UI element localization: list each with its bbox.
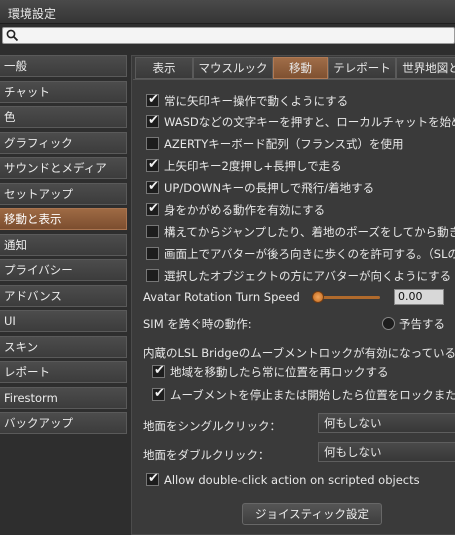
check-mark-icon: ✔ xyxy=(154,364,165,378)
sidebar-item-move-view[interactable]: 移動と表示 xyxy=(0,208,127,230)
sidebar-item-backup[interactable]: バックアップ xyxy=(0,412,127,434)
tab-divider xyxy=(133,79,455,80)
checkbox-label: 身をかがめる動作を有効にする xyxy=(164,203,326,217)
checkbox[interactable]: ✔ xyxy=(152,364,165,378)
tab-world-map[interactable]: 世界地図と xyxy=(396,57,455,79)
sim-crossing-radio[interactable] xyxy=(382,317,395,330)
checkbox-row-face-selected[interactable]: 選択したオブジェクトの方にアバターが向くようにする xyxy=(146,268,455,284)
checkbox-row-hold-fly[interactable]: ✔ UP/DOWNキーの長押しで飛行/着地する xyxy=(146,180,455,196)
sidebar-item-chat[interactable]: チャット xyxy=(0,80,127,103)
sidebar-item-sound-media[interactable]: サウンドとメディア xyxy=(0,157,127,179)
checkbox[interactable] xyxy=(146,247,159,260)
checkbox-label: AZERTYキーボード配列（フランス式）を使用 xyxy=(164,137,404,151)
checkbox-row-scripted-double-click[interactable]: ✔ Allow double-click action on scripted … xyxy=(146,472,455,488)
checkbox[interactable]: ✔ xyxy=(152,387,165,401)
checkbox-label: 構えてからジャンプしたり、着地のポーズをしてから動き出 xyxy=(164,225,455,239)
rotation-speed-slider-handle[interactable] xyxy=(312,291,324,303)
check-mark-icon: ✔ xyxy=(148,472,159,486)
checkbox-row-walk-backwards[interactable]: 画面上でアバターが後ろ向きに歩くのを許可する。（SLのゲ xyxy=(146,246,455,262)
sidebar-item-reports[interactable]: レポート xyxy=(0,361,127,383)
checkbox[interactable]: ✔ xyxy=(146,180,159,194)
checkbox[interactable]: ✔ xyxy=(146,93,159,107)
sidebar-item-firestorm[interactable]: Firestorm xyxy=(0,386,127,409)
checkbox[interactable] xyxy=(146,225,159,238)
checkbox-label: Allow double-click action on scripted ob… xyxy=(164,473,420,487)
checkbox[interactable]: ✔ xyxy=(146,202,159,216)
sidebar-item-general[interactable]: 一般 xyxy=(0,55,127,77)
checkbox-row-pre-jump[interactable]: 構えてからジャンプしたり、着地のポーズをしてから動き出 xyxy=(146,224,455,240)
check-mark-icon: ✔ xyxy=(148,114,159,128)
sidebar-item-colors[interactable]: 色 xyxy=(0,106,127,128)
checkbox-row-double-tap-run[interactable]: ✔ 上矢印キー2度押し+長押しで走る xyxy=(146,158,455,174)
search-box[interactable] xyxy=(2,27,455,44)
double-click-dropdown[interactable]: 何もしない xyxy=(318,442,455,462)
single-click-dropdown[interactable]: 何もしない xyxy=(318,413,455,433)
checkbox-label: 画面上でアバターが後ろ向きに歩くのを許可する。（SLのゲ xyxy=(164,247,455,261)
window-titlebar: 環境設定 xyxy=(0,0,455,24)
checkbox-row-lock-on-move[interactable]: ✔ ムーブメントを停止または開始したら位置をロックまたは xyxy=(152,387,455,403)
checkbox-row-wasd-chat[interactable]: ✔ WASDなどの文字キーを押すと、ローカルチャットを始める xyxy=(146,114,455,130)
checkbox-label: 地域を移動したら常に位置を再ロックする xyxy=(170,365,389,379)
sidebar-item-skins[interactable]: スキン xyxy=(0,335,127,358)
checkbox-label: 常に矢印キー操作で動くようにする xyxy=(164,94,349,108)
check-mark-icon: ✔ xyxy=(154,387,165,401)
sidebar-item-graphics[interactable]: グラフィック xyxy=(0,131,127,154)
checkbox-row-arrow-keys-move[interactable]: ✔ 常に矢印キー操作で動くようにする xyxy=(146,93,455,109)
checkbox-row-crouch[interactable]: ✔ 身をかがめる動作を有効にする xyxy=(146,202,455,218)
sidebar-item-notifications[interactable]: 通知 xyxy=(0,233,127,256)
checkbox-row-relock-region[interactable]: ✔ 地域を移動したら常に位置を再ロックする xyxy=(152,364,455,380)
check-mark-icon: ✔ xyxy=(148,93,159,107)
tab-teleport[interactable]: テレポート xyxy=(328,57,396,79)
checkbox-label: ムーブメントを停止または開始したら位置をロックまたは xyxy=(170,388,455,402)
sim-crossing-radio-label: 予告する xyxy=(399,317,445,331)
sidebar-item-ui[interactable]: UI xyxy=(0,310,127,332)
checkbox[interactable]: ✔ xyxy=(146,472,159,486)
sim-crossing-label: SIM を跨ぐ時の動作: xyxy=(143,317,252,331)
sidebar: 一般 チャット 色 グラフィック サウンドとメディア セットアップ 移動と表示 … xyxy=(0,55,127,438)
checkbox-label: 選択したオブジェクトの方にアバターが向くようにする xyxy=(164,269,452,283)
lsl-bridge-label: 内蔵のLSL Bridgeのムーブメントロックが有効になっている場 xyxy=(143,346,455,360)
tab-mouselook[interactable]: マウスルック xyxy=(193,57,273,79)
checkbox-label: 上矢印キー2度押し+長押しで走る xyxy=(164,159,342,173)
sidebar-item-setup[interactable]: セットアップ xyxy=(0,182,127,205)
joystick-settings-button[interactable]: ジョイスティック設定 xyxy=(242,503,382,525)
sidebar-item-privacy[interactable]: プライバシー xyxy=(0,259,127,281)
search-input[interactable] xyxy=(21,28,446,43)
rotation-speed-slider-track[interactable] xyxy=(318,296,380,299)
check-mark-icon: ✔ xyxy=(148,180,159,194)
single-click-label: 地面をシングルクリック： xyxy=(143,419,281,433)
tab-movement[interactable]: 移動 xyxy=(273,57,328,79)
check-mark-icon: ✔ xyxy=(148,202,159,216)
sidebar-item-advanced[interactable]: アドバンス xyxy=(0,284,127,307)
checkbox-label: UP/DOWNキーの長押しで飛行/着地する xyxy=(164,181,375,195)
window-title: 環境設定 xyxy=(8,7,57,21)
checkbox[interactable]: ✔ xyxy=(146,114,159,128)
double-click-label: 地面をダブルクリック： xyxy=(143,448,270,462)
checkbox[interactable] xyxy=(146,137,159,150)
search-icon xyxy=(6,29,19,42)
checkbox-label: WASDなどの文字キーを押すと、ローカルチャットを始める xyxy=(164,115,455,129)
check-mark-icon: ✔ xyxy=(148,158,159,172)
rotation-speed-input[interactable]: 0.00 xyxy=(394,289,444,305)
checkbox[interactable] xyxy=(146,269,159,282)
rotation-speed-label: Avatar Rotation Turn Speed xyxy=(143,290,300,304)
checkbox-row-azerty[interactable]: AZERTYキーボード配列（フランス式）を使用 xyxy=(146,136,455,152)
checkbox[interactable]: ✔ xyxy=(146,158,159,172)
tab-display[interactable]: 表示 xyxy=(135,57,193,79)
